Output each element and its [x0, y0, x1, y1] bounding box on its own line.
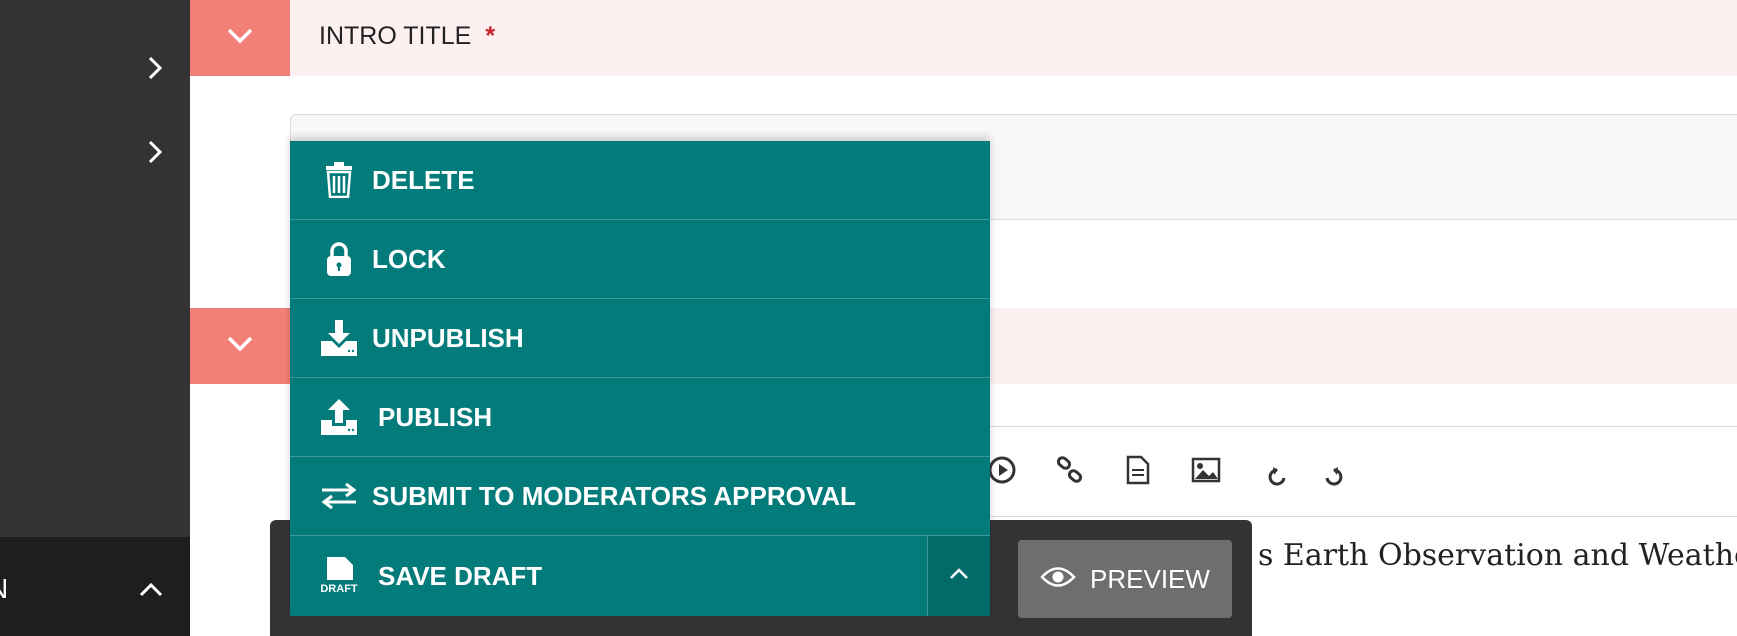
document-icon — [1125, 455, 1151, 490]
menu-item-submit-approval[interactable]: SUBMIT TO MODERATORS APPROVAL — [290, 457, 990, 536]
menu-item-label: PUBLISH — [378, 401, 493, 432]
save-draft-label: SAVE DRAFT — [378, 560, 543, 591]
sidebar: N — [0, 0, 190, 636]
editor-content-text[interactable]: s Earth Observation and Weathe — [1258, 538, 1737, 573]
required-marker: * — [485, 22, 496, 50]
sidebar-footer-toggle[interactable] — [133, 574, 169, 610]
menu-item-label: SUBMIT TO MODERATORS APPROVAL — [372, 480, 856, 511]
swap-arrows-icon — [316, 473, 362, 519]
sidebar-item-expand-2[interactable] — [140, 139, 170, 169]
toolbar-link-button[interactable] — [1052, 454, 1088, 490]
toolbar-image-button[interactable] — [1188, 454, 1224, 490]
trash-icon — [316, 157, 362, 203]
eye-icon — [1040, 564, 1076, 595]
redo-icon — [1321, 464, 1345, 493]
sidebar-item-expand-1[interactable] — [140, 55, 170, 85]
menu-item-unpublish[interactable]: UNPUBLISH — [290, 299, 990, 378]
toolbar-redo-button[interactable] — [1315, 460, 1351, 496]
collapse-toggle-button[interactable] — [190, 308, 290, 384]
lock-icon — [316, 236, 362, 282]
save-draft-menu-toggle[interactable] — [927, 536, 990, 616]
editor-toolbar-divider — [980, 516, 1737, 517]
chevron-right-icon — [147, 55, 163, 86]
page: N INTRO TITLE * — [0, 0, 1737, 636]
save-draft-button[interactable]: DRAFT SAVE DRAFT — [290, 536, 927, 616]
link-icon — [1055, 455, 1085, 490]
play-circle-icon — [987, 455, 1017, 490]
svg-text:DRAFT: DRAFT — [320, 583, 358, 595]
chevron-up-icon — [138, 582, 164, 603]
menu-item-label: DELETE — [372, 164, 475, 195]
section-header-intro-title: INTRO TITLE * — [190, 0, 1737, 76]
section-title-text: INTRO TITLE — [319, 22, 472, 50]
preview-button[interactable]: PREVIEW — [1018, 540, 1232, 618]
undo-icon — [1266, 464, 1290, 493]
menu-item-publish[interactable]: PUBLISH — [290, 378, 990, 457]
menu-item-label: UNPUBLISH — [372, 322, 524, 353]
chevron-down-icon — [226, 335, 254, 358]
chevron-right-icon — [147, 139, 163, 170]
sidebar-footer-label: N — [0, 573, 8, 605]
section-title: INTRO TITLE * — [319, 22, 495, 51]
collapse-toggle-button[interactable] — [190, 0, 290, 76]
toolbar-document-button[interactable] — [1120, 454, 1156, 490]
download-tray-icon — [316, 315, 362, 361]
chevron-down-icon — [226, 27, 254, 50]
editor-toolbar-border — [980, 426, 1737, 427]
menu-item-lock[interactable]: LOCK — [290, 220, 990, 299]
menu-item-label: LOCK — [372, 243, 446, 274]
menu-item-delete[interactable]: DELETE — [290, 141, 990, 220]
upload-tray-icon — [316, 394, 362, 440]
actions-dropdown: DELETE LOCK UNPUBLISH PUBLISH SUBMIT TO … — [290, 141, 990, 616]
save-draft-row: DRAFT SAVE DRAFT — [290, 536, 990, 616]
draft-file-icon: DRAFT — [316, 553, 362, 599]
chevron-up-icon — [949, 567, 969, 585]
toolbar-undo-button[interactable] — [1260, 460, 1296, 496]
preview-label: PREVIEW — [1090, 563, 1210, 594]
image-icon — [1191, 457, 1221, 488]
